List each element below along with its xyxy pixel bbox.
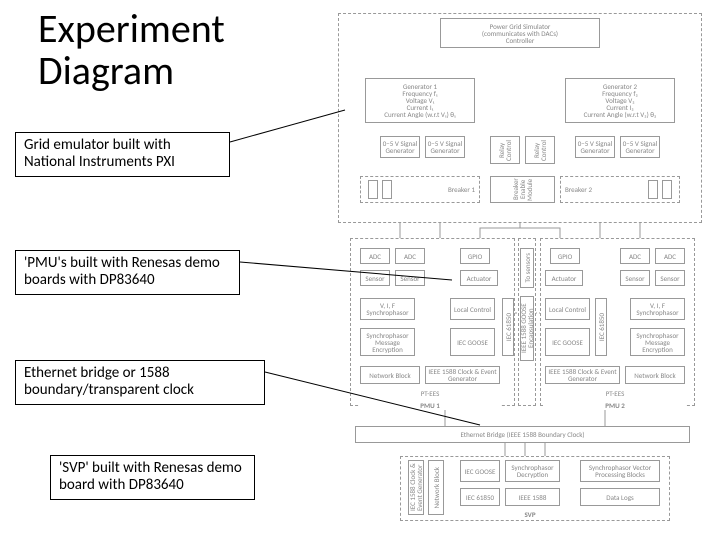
pmu1-localctrl: Local Control [450,298,495,320]
callout-svp: 'SVP' built with Renesas demo board with… [50,455,255,500]
svp-left2-label: Network Block [433,467,440,508]
diagram-siggen-2b: 0–5 V Signal Generator [620,136,660,158]
diagram-siggen-1b: 0–5 V Signal Generator [425,136,465,158]
mid-ieee-goose: IEEE 1588 GOOSE Encapsulation [520,296,534,361]
title-line2: Diagram [38,46,174,95]
pmu2-iec-side-label: IEC 61850 [598,313,605,341]
svp-label: SVP [460,508,600,520]
pmu1-adc2: ADC [395,248,425,264]
diagram-relay-right-label: Relay Control [533,137,547,163]
diagram-controller: Power Grid Simulator (communicates with … [440,18,600,48]
svp-right2: Data Logs [580,488,660,506]
svp-left2: Network Block [428,460,444,515]
mid-ieee-goose-label: IEEE 1588 GOOSE Encapsulation [520,297,534,360]
pmu1-sync: V, I, F Synchrophasor [360,298,415,320]
diagram-breaker1-sw1 [368,180,378,199]
pmu2-sensor1: Sensor [620,270,650,286]
schematic-diagram: Power Grid Simulator (communicates with … [330,8,710,533]
callout-ethernet-bridge: Ethernet bridge or 1588 boundary/transpa… [15,360,265,405]
diagram-gen2-a: Current Angle (w.r.t V₂) θ₂ [584,111,657,118]
pmu1-iec-side-label: IEC 61850 [505,313,512,341]
pmu1-label: PMU 1 [360,400,500,410]
svp-left1: IEC 1588 Clock & Event Generator [408,460,424,515]
diagram-gen1-a: Current Angle (w.r.t V₁) θ₁ [384,111,456,118]
page-title: Experiment Diagram [38,8,225,92]
svp-left1-label: IEC 1588 Clock & Event Generator [409,461,423,514]
pmu1-clockgen: IEEE 1588 Clock & Event Generator [425,366,500,384]
diagram-breaker2-sw2 [662,180,672,199]
diagram-breaker2-sw1 [648,180,658,199]
pmu2-goose: IEC GOOSE [545,328,590,356]
pmu1-goose: IEC GOOSE [450,328,495,356]
diagram-breaker-enable: Breaker Enable Module [490,176,555,203]
pmu2-adc2: ADC [655,248,685,264]
pmu1-iec-side: IEC 61850 [502,298,514,356]
svp-mid2b: IEEE 1588 [505,488,560,506]
pmu2-label: PMU 2 [545,400,685,410]
pmu2-gpio: GPIO [550,248,580,264]
pmu2-ptees: PT-EES [545,388,685,398]
pmu1-actuator: Actuator [460,270,498,286]
pmu1-encrypt: Synchrophasor Message Encryption [360,328,415,356]
diagram-relay-left: Relay Control [490,136,520,164]
pmu2-sync: V, I, F Synchrophasor [630,298,685,320]
svp-right1: Synchrophasor Vector Processing Blocks [580,460,660,482]
pmu2-actuator: Actuator [545,270,583,286]
diagram-breaker-enable-label: Breaker Enable Module [512,177,533,202]
diagram-gen2: Generator 2 Frequency f₂ Voltage V₂ Curr… [565,78,675,123]
pmu2-localctrl: Local Control [545,298,590,320]
pmu1-ptees: PT-EES [360,388,500,398]
diagram-controller-sub: Controller [506,37,535,44]
pmu1-sensor1: Sensor [360,270,390,286]
diagram-siggen-2a: 0–5 V Signal Generator [575,136,615,158]
callout-pmu: 'PMU's built with Renesas demo boards wi… [15,250,240,295]
pmu1-gpio: GPIO [460,248,490,264]
svp-mid2a: IEC 61850 [460,488,500,506]
pmu2-netblock: Network Block [625,366,685,384]
diagram-eth-bridge: Ethernet Bridge (IEEE 1588 Boundary Cloc… [355,426,690,443]
pmu2-iec-side: IEC 61850 [595,298,607,356]
pmu2-sensor2: Sensor [655,270,685,286]
pmu1-adc1: ADC [360,248,390,264]
pmu2-adc1: ADC [620,248,650,264]
pmu1-sensor2: Sensor [395,270,425,286]
diagram-breaker1-sw2 [382,180,392,199]
pmu1-netblock: Network Block [360,366,420,384]
diagram-relay-right: Relay Control [525,136,555,164]
pmu2-encrypt: Synchrophasor Message Encryption [630,328,685,356]
diagram-gen1: Generator 1 Frequency f₁ Voltage V₁ Curr… [365,78,475,123]
callout-grid-emulator: Grid emulator built with National Instru… [15,132,230,177]
pmu2-clockgen: IEEE 1588 Clock & Event Generator [545,366,620,384]
diagram-siggen-1a: 0–5 V Signal Generator [380,136,420,158]
mid-to-sensors: To sensors [520,248,534,288]
svp-mid1a: IEC GOOSE [460,460,500,482]
svp-mid1b: Synchrophasor Decryption [505,460,560,482]
diagram-breaker1: Breaker 1 [360,176,480,203]
mid-to-sensors-label: To sensors [524,253,531,282]
diagram-relay-left-label: Relay Control [498,137,512,163]
